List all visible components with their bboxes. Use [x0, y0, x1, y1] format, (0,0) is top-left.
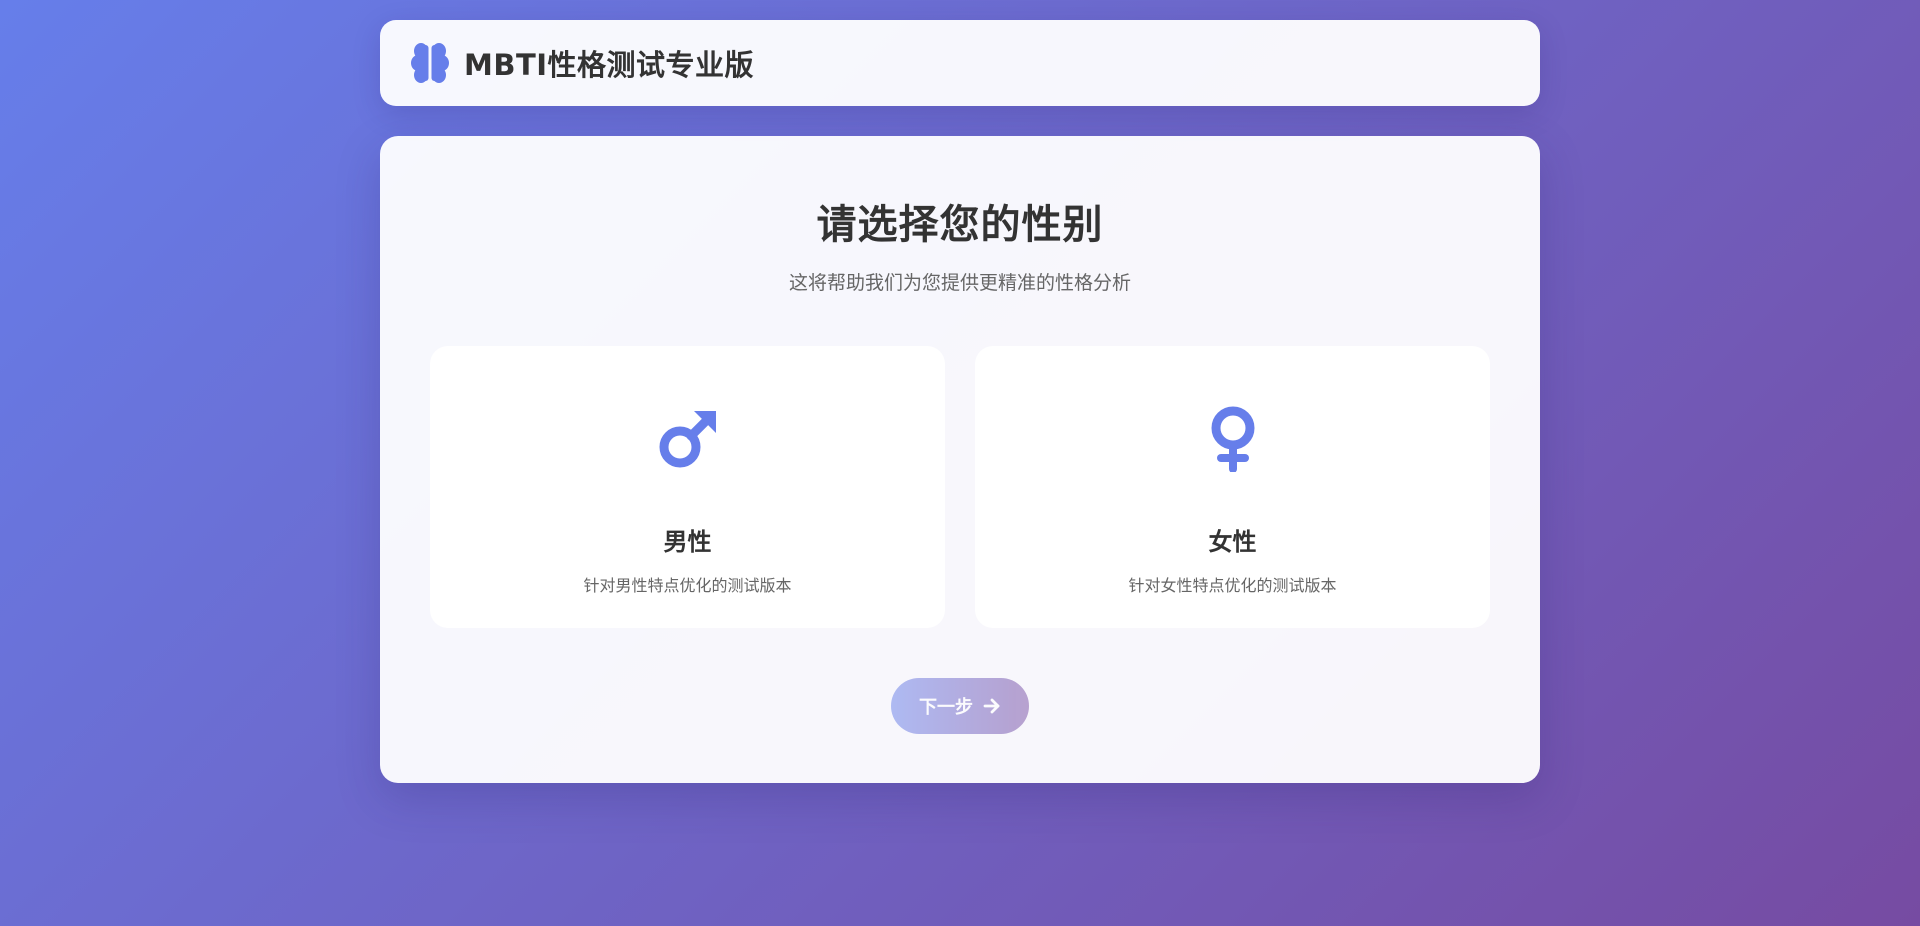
- male-option-card[interactable]: 男性 针对男性特点优化的测试版本: [430, 346, 945, 628]
- brain-icon: [410, 41, 450, 85]
- female-option-label: 女性: [1208, 528, 1257, 556]
- app-title: MBTI性格测试专业版: [464, 48, 755, 82]
- gender-selection-card: 请选择您的性别 这将帮助我们为您提供更精准的性格分析 男性 针对男性特点优化的测…: [380, 136, 1540, 783]
- page-subtitle: 这将帮助我们为您提供更精准的性格分析: [788, 272, 1131, 294]
- page-title: 请选择您的性别: [816, 202, 1104, 248]
- next-step-button[interactable]: 下一步: [891, 678, 1029, 734]
- male-icon: [430, 406, 945, 472]
- female-icon: [975, 406, 1490, 472]
- female-option-card[interactable]: 女性 针对女性特点优化的测试版本: [975, 346, 1490, 628]
- male-option-label: 男性: [663, 528, 712, 556]
- female-option-description: 针对女性特点优化的测试版本: [1128, 576, 1337, 595]
- next-step-label: 下一步: [919, 697, 973, 718]
- app-header: MBTI性格测试专业版: [380, 20, 1540, 106]
- male-option-description: 针对男性特点优化的测试版本: [583, 576, 792, 595]
- arrow-right-icon: [983, 698, 1001, 714]
